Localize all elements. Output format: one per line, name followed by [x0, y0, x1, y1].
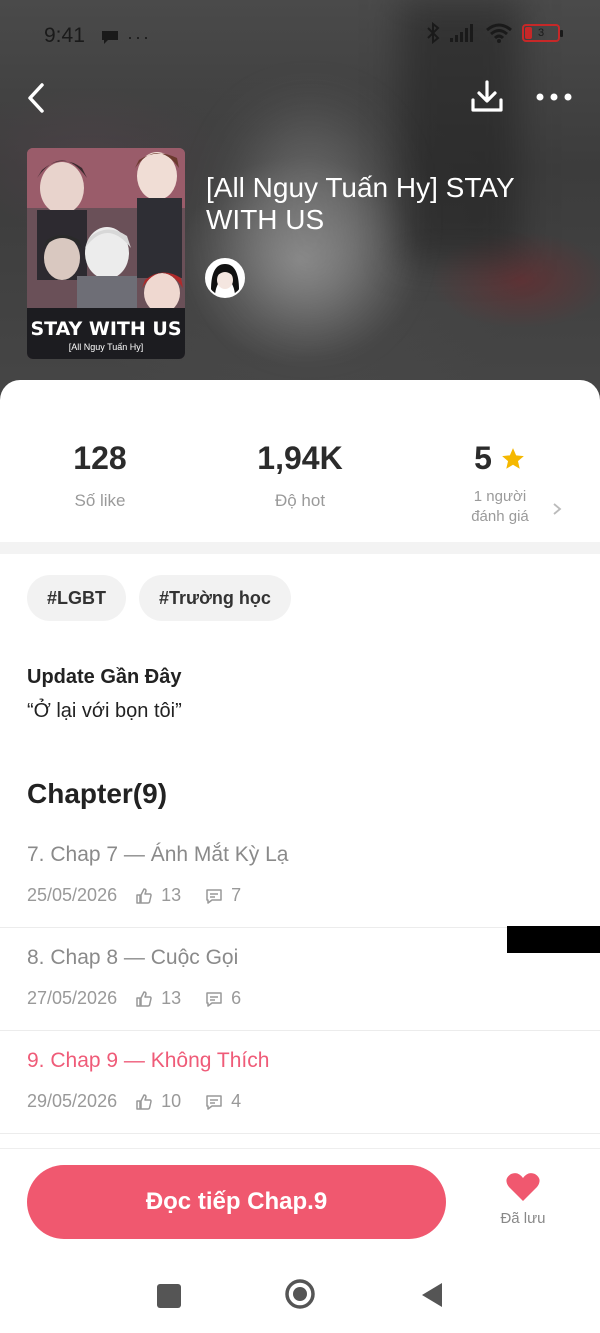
- chapter-date: 29/05/2026: [27, 1091, 118, 1111]
- chapter-comments: 4: [231, 1091, 242, 1111]
- back-button[interactable]: [22, 80, 54, 116]
- home-icon[interactable]: [284, 1278, 316, 1310]
- chapter-heading: Chapter(9): [27, 778, 168, 809]
- cover-title: STAY WITH US: [30, 318, 182, 340]
- status-time: 9:41: [44, 24, 85, 47]
- cover-subtitle: [All Nguy Tuấn Hy]: [68, 342, 144, 352]
- chapter-comments: 7: [231, 885, 242, 905]
- rating-value-row: 5: [400, 440, 600, 477]
- chapter-item[interactable]: 7. Chap 7 — Ánh Mắt Kỳ Lạ 25/05/2026 13 …: [0, 825, 600, 928]
- story-title: [All Nguy Tuấn Hy] STAY WITH US: [206, 172, 515, 235]
- chapter-date: 27/05/2026: [27, 988, 118, 1008]
- hot-value: 1,94K: [257, 440, 343, 476]
- stats-row: 128 Số like 1,94K Độ hot 5 1 người đánh …: [0, 380, 600, 540]
- rating-label-line1: 1 người: [473, 488, 527, 505]
- chapter-meta: 27/05/2026 13 6: [27, 988, 241, 1009]
- screen-corner: [507, 926, 600, 953]
- system-icons: 3: [426, 22, 563, 44]
- chapter-meta: 29/05/2026 10 4: [27, 1091, 241, 1112]
- update-text: “Ở lại với bọn tôi”: [27, 700, 182, 722]
- author-avatar[interactable]: [205, 258, 245, 298]
- saved-button[interactable]: Đã lưu: [490, 1171, 556, 1227]
- star-icon: [502, 447, 524, 469]
- update-title: Update Gần Đây: [27, 666, 182, 688]
- rating-value: 5: [474, 440, 492, 476]
- download-icon: [471, 80, 503, 112]
- chapter-item[interactable]: 9. Chap 9 — Không Thích 29/05/2026 10 4: [0, 1031, 600, 1134]
- thumb-up-icon: [136, 990, 152, 1007]
- bluetooth-icon: [427, 22, 440, 44]
- message-icon: [102, 31, 118, 45]
- bottom-action-bar: Đọc tiếp Chap.9 Đã lưu: [0, 1148, 600, 1260]
- comment-icon: [206, 888, 222, 904]
- battery-icon: 3: [522, 24, 563, 42]
- likes-value: 128: [73, 440, 127, 476]
- back-icon: [28, 83, 44, 113]
- likes-label: Số like: [74, 491, 126, 510]
- detail-sheet: 128 Số like 1,94K Độ hot 5 1 người đánh …: [0, 380, 600, 1333]
- chapter-likes: 10: [161, 1091, 182, 1111]
- section-divider: [0, 542, 600, 554]
- chapter-name-current: 9. Chap 9 — Không Thích: [27, 1049, 270, 1072]
- chapter-date: 25/05/2026: [27, 885, 118, 905]
- wifi-icon: [486, 23, 512, 43]
- comment-icon: [206, 1094, 222, 1110]
- comment-icon: [206, 991, 222, 1007]
- status-bar: 9:41 ··· 3: [0, 0, 600, 76]
- chapter-name: 8. Chap 8 — Cuộc Gọi: [27, 946, 239, 969]
- thumb-up-icon: [136, 887, 152, 904]
- chapter-likes: 13: [161, 988, 182, 1008]
- nav-back-icon[interactable]: [420, 1281, 444, 1309]
- tag-school[interactable]: #Trường học: [139, 575, 291, 621]
- avatar-image: [207, 260, 243, 296]
- notification-icons: ···: [100, 26, 151, 48]
- chapter-comments: 6: [231, 988, 242, 1008]
- hot-stat: 1,94K Độ hot: [200, 440, 400, 511]
- rating-label-line2: đánh giá: [471, 508, 529, 525]
- download-button[interactable]: [468, 78, 506, 116]
- cover-image: STAY WITH US [All Nguy Tuấn Hy]: [27, 148, 185, 359]
- chapter-name: 7. Chap 7 — Ánh Mắt Kỳ Lạ: [27, 843, 289, 866]
- chevron-right-icon[interactable]: [552, 500, 562, 521]
- system-navigation-bar: [0, 1260, 600, 1333]
- chapter-meta: 25/05/2026 13 7: [27, 885, 241, 906]
- tag-lgbt[interactable]: #LGBT: [27, 575, 127, 621]
- rating-label: 1 người đánh giá: [400, 487, 600, 527]
- tag-list: #LGBT #Trường học: [27, 575, 291, 621]
- heart-icon: [506, 1173, 540, 1201]
- continue-reading-button[interactable]: Đọc tiếp Chap.9: [27, 1165, 446, 1239]
- signal-icon: [450, 24, 473, 42]
- hot-label: Độ hot: [274, 491, 326, 510]
- saved-label: Đã lưu: [500, 1210, 546, 1227]
- thumb-up-icon: [136, 1093, 152, 1110]
- rating-stat[interactable]: 5 1 người đánh giá: [400, 440, 600, 527]
- likes-stat: 128 Số like: [0, 440, 200, 511]
- more-button[interactable]: [532, 82, 576, 112]
- chapter-likes: 13: [161, 885, 182, 905]
- recent-apps-icon[interactable]: [157, 1284, 181, 1308]
- battery-level: 3: [537, 27, 545, 39]
- more-icon: [536, 93, 572, 101]
